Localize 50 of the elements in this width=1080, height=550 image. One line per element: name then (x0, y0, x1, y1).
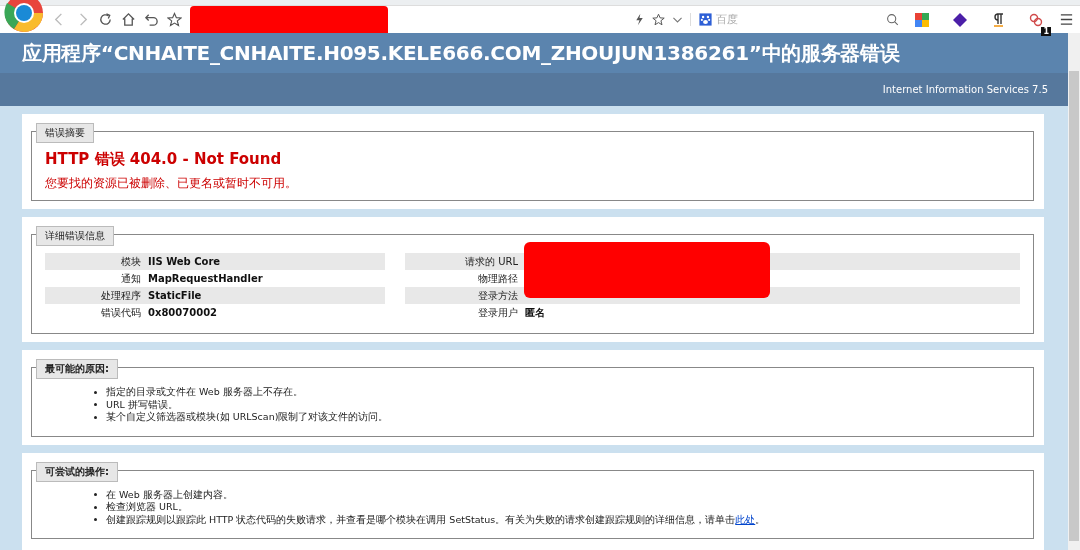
search-icon[interactable] (886, 13, 899, 26)
section-legend: 错误摘要 (36, 123, 94, 143)
detail-label: 通知 (120, 271, 141, 286)
bullet-icon (94, 403, 97, 407)
paw-icon (699, 13, 712, 26)
undo-icon[interactable] (144, 12, 159, 27)
scrollbar-thumb[interactable] (1069, 71, 1079, 541)
detail-value: 匿名 (525, 305, 545, 320)
detail-label: 物理路径 (477, 271, 518, 286)
reload-icon[interactable] (98, 12, 113, 27)
bullet-icon (94, 518, 97, 522)
star-icon[interactable] (167, 12, 182, 27)
colorful-square-icon[interactable] (914, 11, 930, 28)
section-legend: 最可能的原因: (36, 359, 118, 379)
bullet-icon (94, 390, 97, 394)
list-item-text: 在 Web 服务器上创建内容。 (106, 488, 233, 501)
link[interactable]: 此处 (735, 513, 756, 526)
browser-logo-icon[interactable] (4, 0, 44, 33)
detail-label: 错误代码 (100, 305, 141, 320)
list-item-text: 检查浏览器 URL。 (106, 501, 188, 514)
bullet-icon (94, 493, 97, 497)
error-message: 您要找的资源已被删除、已更名或暂时不可用。 (45, 175, 298, 192)
bullet-icon (94, 415, 97, 419)
detail-value: 0x80070002 (148, 307, 218, 318)
detail-value: MapRequestHandler (148, 273, 263, 284)
menu-icon[interactable] (1059, 12, 1074, 27)
list-item-text: 创建跟踪规则以跟踪此 HTTP 状态代码的失败请求，并查看是哪个模块在调用 SetStatus。有关为失败的请求创建跟踪规则的详细信息，请单击 (106, 513, 736, 526)
home-icon[interactable] (121, 12, 136, 27)
section-legend: 详细错误信息 (36, 226, 114, 246)
list-item-text: 指定的目录或文件在 Web 服务器上不存在。 (106, 386, 303, 399)
bullet-icon (94, 505, 97, 509)
list-item-text: 。 (755, 513, 766, 526)
detail-label: 请求的 URL (463, 254, 518, 269)
server-name: Internet Information Services 7.5 (882, 84, 1048, 95)
error-heading: HTTP 错误 404.0 - Not Found (45, 150, 283, 169)
list-item-text: URL 拼写错误。 (106, 398, 178, 411)
star-icon[interactable] (652, 13, 665, 26)
detail-label: 模块 (120, 254, 141, 269)
scrollbar[interactable] (1068, 33, 1080, 550)
detail-value: StaticFile (148, 290, 202, 301)
page-title: 应用程序“CNHAITE_CNHAITE.H095.KELE666.COM_ZHOUJUN1386261”中的服务器错误 (22, 39, 900, 67)
detail-label: 处理程序 (100, 288, 141, 303)
detail-label: 登录用户 (477, 305, 518, 320)
detail-label: 登录方法 (477, 288, 518, 303)
rings-icon[interactable] (1028, 11, 1044, 28)
section-legend: 可尝试的操作: (36, 461, 118, 482)
list-item-text: 某个自定义筛选器或模块(如 URLScan)限制了对该文件的访问。 (106, 411, 389, 424)
detail-value: IIS Web Core (148, 256, 221, 267)
count-badge: 1 (1041, 26, 1051, 36)
diamond-icon[interactable] (952, 11, 968, 28)
